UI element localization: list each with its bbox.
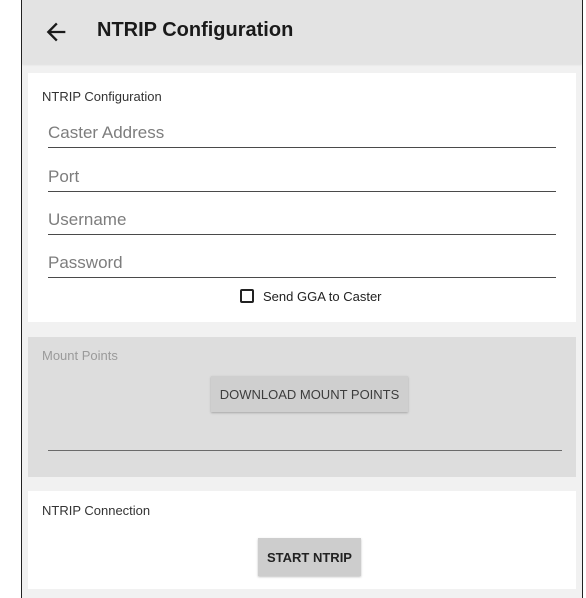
app-bar: NTRIP Configuration	[22, 0, 582, 64]
password-field	[48, 249, 556, 278]
section-label-connection: NTRIP Connection	[42, 503, 151, 518]
mount-point-select-underline[interactable]	[48, 450, 562, 451]
port-field	[48, 163, 556, 192]
start-ntrip-button[interactable]: START NTRIP	[258, 538, 361, 576]
ntrip-connection-card: NTRIP Connection START NTRIP	[28, 491, 576, 589]
arrow-left-icon[interactable]	[42, 18, 70, 46]
send-gga-label: Send GGA to Caster	[263, 288, 382, 304]
ntrip-configuration-card: NTRIP Configuration Send GGA to Caster	[28, 73, 576, 322]
download-mount-points-button[interactable]: DOWNLOAD MOUNT POINTS	[211, 376, 408, 412]
username-field	[48, 206, 556, 235]
username-input[interactable]	[48, 210, 556, 230]
password-input[interactable]	[48, 253, 556, 273]
caster-address-input[interactable]	[48, 123, 556, 143]
port-input[interactable]	[48, 167, 556, 187]
send-gga-checkbox[interactable]	[240, 289, 254, 303]
section-label-mount-points: Mount Points	[42, 348, 118, 363]
send-gga-checkbox-row[interactable]: Send GGA to Caster	[240, 287, 382, 305]
section-label-configuration: NTRIP Configuration	[42, 89, 162, 104]
app-frame: NTRIP Configuration NTRIP Configuration …	[21, 0, 583, 598]
page-title: NTRIP Configuration	[97, 19, 294, 41]
mount-points-card: Mount Points DOWNLOAD MOUNT POINTS	[28, 337, 576, 477]
caster-address-field	[48, 119, 556, 148]
